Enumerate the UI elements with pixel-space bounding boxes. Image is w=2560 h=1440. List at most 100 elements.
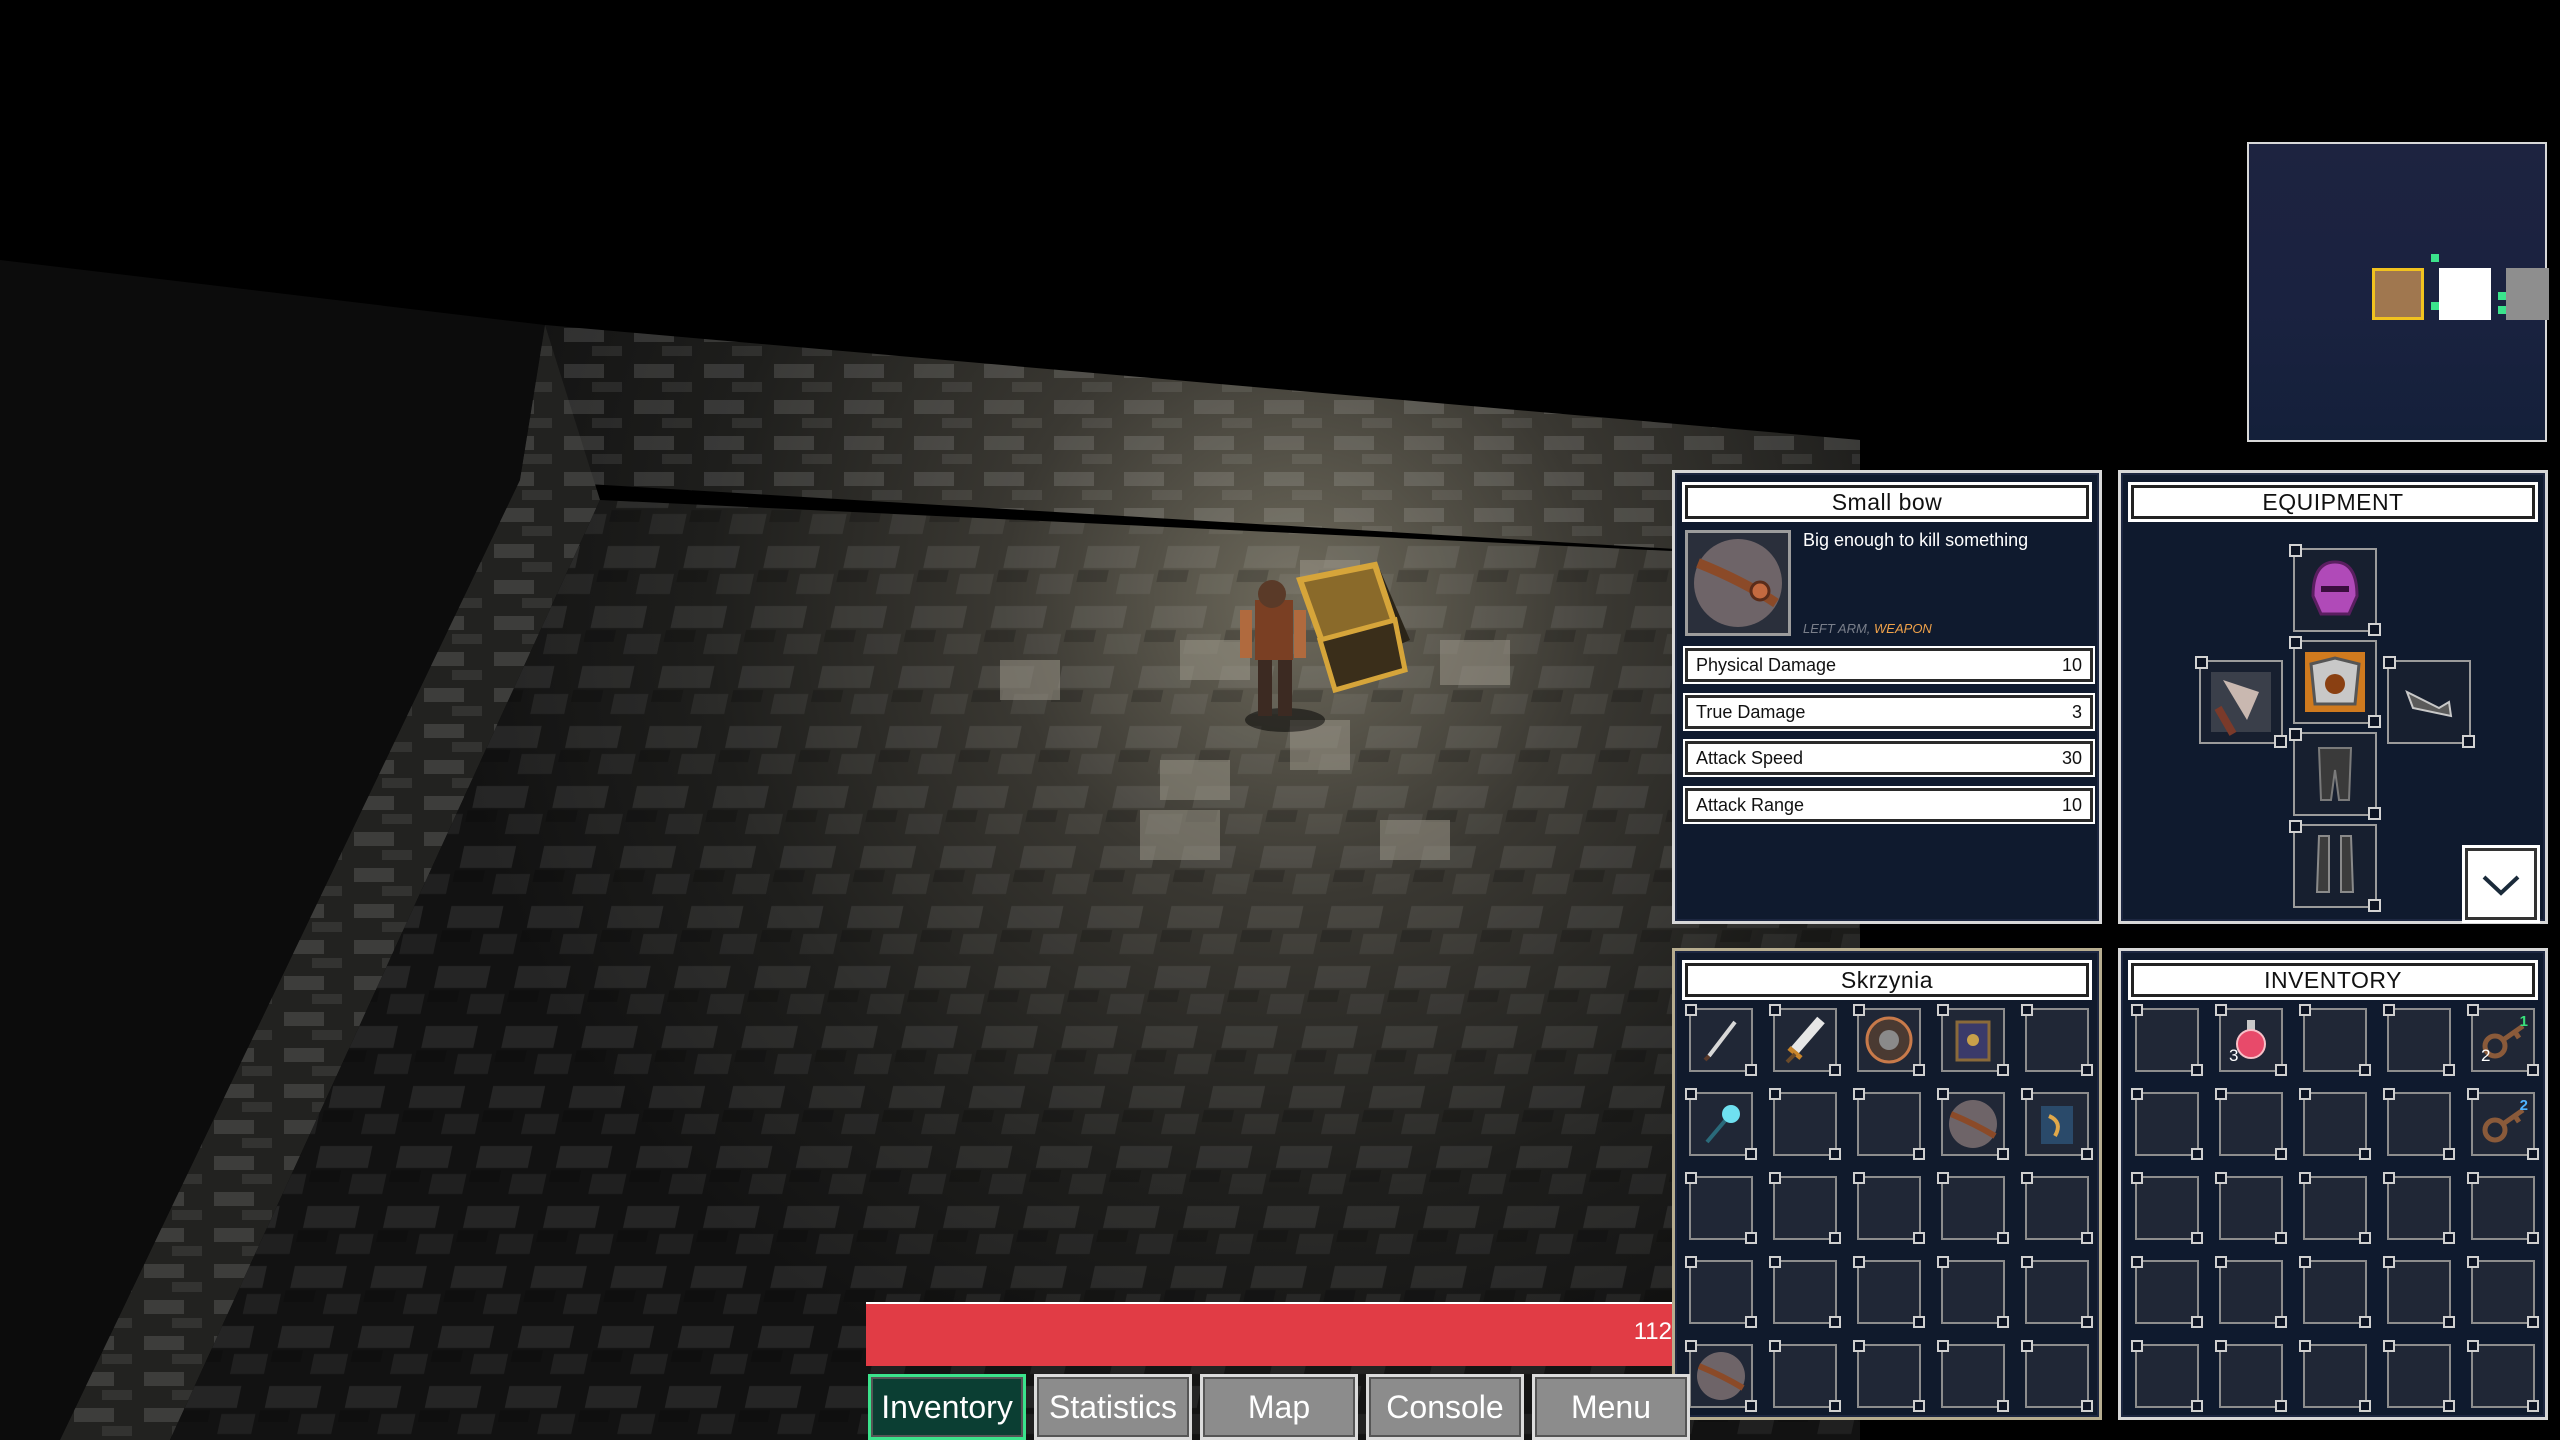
leg-armor-icon (2317, 747, 2353, 801)
chest-slot[interactable] (1685, 1172, 1757, 1244)
chest-slot[interactable] (1685, 1004, 1757, 1076)
menu-button[interactable]: Menu (1532, 1374, 1690, 1440)
inventory-slot[interactable] (2131, 1340, 2203, 1412)
chest-armor-icon (2305, 652, 2365, 712)
minimap-room-current (2372, 268, 2424, 320)
stat-value: 10 (2061, 655, 2082, 675)
helmet-icon (2311, 560, 2359, 616)
inventory-slot[interactable]: 21 (2467, 1004, 2539, 1076)
inventory-slot[interactable] (2383, 1004, 2455, 1076)
stat-value: 3 (2071, 702, 2082, 722)
chest-slot[interactable] (1685, 1340, 1757, 1412)
chest-slot[interactable] (2021, 1256, 2093, 1328)
chest-slot[interactable] (1937, 1088, 2009, 1160)
chest-slot[interactable] (1853, 1340, 1925, 1412)
equip-slot-left-arm[interactable] (2195, 656, 2287, 748)
chest-slot[interactable] (1937, 1256, 2009, 1328)
equip-slot-feet[interactable] (2289, 820, 2381, 912)
inventory-slot[interactable] (2383, 1256, 2455, 1328)
chest-slot[interactable] (2021, 1172, 2093, 1244)
axe-icon (2211, 672, 2271, 736)
equipment-toggle-button[interactable] (2465, 848, 2537, 920)
stat-true-damage: True Damage 3 (1685, 695, 2093, 729)
item-icon-frame (1685, 530, 1791, 636)
item-type-label: WEAPON (1874, 621, 1932, 636)
minimap-door-marker (2431, 302, 2439, 310)
inventory-slot[interactable] (2299, 1172, 2371, 1244)
shield-icon (1861, 1012, 1917, 1073)
inventory-slot[interactable]: 3 (2215, 1004, 2287, 1076)
health-value: 112 (1633, 1318, 1672, 1345)
stat-physical-damage: Physical Damage 10 (1685, 648, 2093, 682)
inventory-slot[interactable] (2215, 1088, 2287, 1160)
item-quantity: 3 (2229, 1046, 2239, 1065)
inventory-slot[interactable] (2299, 1004, 2371, 1076)
inventory-slot[interactable] (2215, 1256, 2287, 1328)
chest-slot[interactable] (2021, 1004, 2093, 1076)
inventory-slot[interactable] (2467, 1256, 2539, 1328)
inventory-slot[interactable] (2467, 1340, 2539, 1412)
inventory-slot[interactable] (2131, 1256, 2203, 1328)
chest-slot[interactable] (1853, 1256, 1925, 1328)
equipment-panel: EQUIPMENT (2118, 470, 2548, 924)
chest-slot[interactable] (2021, 1340, 2093, 1412)
equip-slot-head[interactable] (2289, 544, 2381, 636)
inventory-button[interactable]: Inventory (868, 1374, 1026, 1440)
item-slot-type: LEFT ARM, WEAPON (1803, 621, 1932, 636)
bow-icon (1694, 539, 1782, 627)
minimap[interactable] (2247, 142, 2549, 442)
gauntlet-icon (2405, 689, 2453, 718)
chest-slot[interactable] (1853, 1172, 1925, 1244)
chest-slot[interactable] (1769, 1088, 1841, 1160)
scroll-icon (2029, 1096, 2085, 1157)
inventory-slot[interactable] (2299, 1340, 2371, 1412)
health-bar: 112 (866, 1302, 1672, 1366)
inventory-slot[interactable] (2383, 1340, 2455, 1412)
stat-name: True Damage (1696, 702, 1806, 722)
item-description: Big enough to kill something (1803, 530, 2029, 550)
chest-slot[interactable] (1769, 1004, 1841, 1076)
inventory-slot[interactable] (2299, 1256, 2371, 1328)
chest-slot[interactable] (1937, 1004, 2009, 1076)
inventory-slot[interactable] (2131, 1172, 2203, 1244)
console-button[interactable]: Console (1366, 1374, 1524, 1440)
minimap-door-marker (2498, 292, 2506, 300)
chest-slot[interactable] (2021, 1088, 2093, 1160)
equip-slot-chest[interactable] (2289, 636, 2381, 728)
inventory-slot[interactable] (2215, 1340, 2287, 1412)
chest-slot[interactable] (1769, 1172, 1841, 1244)
map-button[interactable]: Map (1200, 1374, 1358, 1440)
chest-slot[interactable] (1937, 1172, 2009, 1244)
stat-value: 10 (2061, 795, 2082, 815)
minimap-room-visited (2439, 268, 2491, 320)
chest-slot[interactable] (1769, 1256, 1841, 1328)
item-slot-label: LEFT ARM, (1803, 621, 1875, 636)
stat-value: 30 (2061, 748, 2082, 768)
inventory-slot[interactable] (2383, 1088, 2455, 1160)
chest-title: Skrzynia (1685, 963, 2089, 997)
inventory-slot[interactable] (2299, 1088, 2371, 1160)
chest-slot[interactable] (1769, 1340, 1841, 1412)
chest-slot[interactable] (1685, 1256, 1757, 1328)
statistics-button[interactable]: Statistics (1034, 1374, 1192, 1440)
bow-icon (1693, 1348, 1749, 1409)
minimap-door-marker (2431, 254, 2439, 262)
equip-slot-right-arm[interactable] (2383, 656, 2475, 748)
stat-attack-range: Attack Range 10 (1685, 788, 2093, 822)
inventory-slot[interactable] (2383, 1172, 2455, 1244)
equip-slot-legs[interactable] (2289, 728, 2381, 820)
chest-slot[interactable] (1853, 1004, 1925, 1076)
minimap-room-unexplored (2506, 268, 2549, 320)
inventory-slot[interactable] (2131, 1088, 2203, 1160)
equipment-title: EQUIPMENT (2131, 485, 2535, 519)
chest-slot[interactable] (1685, 1088, 1757, 1160)
chest-slot[interactable] (1937, 1340, 2009, 1412)
stat-name: Physical Damage (1696, 655, 1837, 675)
inventory-slot[interactable] (2215, 1172, 2287, 1244)
item-quantity: 2 (2481, 1046, 2491, 1065)
chest-slot[interactable] (1853, 1088, 1925, 1160)
inventory-panel: INVENTORY 3212 (2118, 948, 2548, 1420)
inventory-slot[interactable] (2131, 1004, 2203, 1076)
inventory-slot[interactable]: 2 (2467, 1088, 2539, 1160)
inventory-slot[interactable] (2467, 1172, 2539, 1244)
